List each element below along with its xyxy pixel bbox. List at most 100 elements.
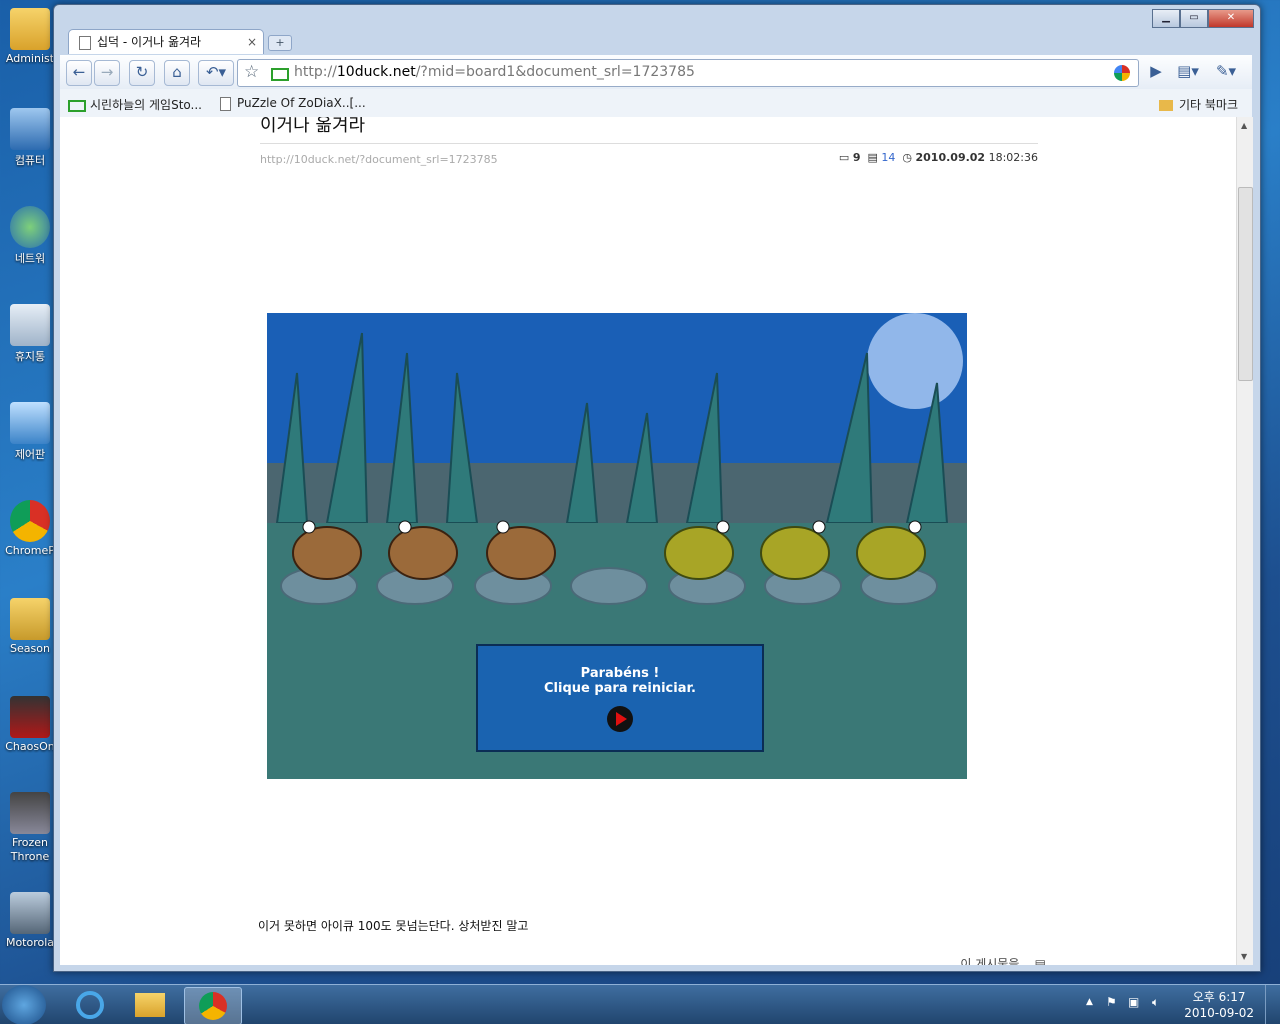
desktop-icon-label: 제어판 [14,448,46,461]
new-tab-button[interactable]: + [268,35,292,51]
network-icon[interactable]: ▣ [1128,995,1139,1009]
desktop-icon-control-panel[interactable]: 제어판 [0,402,60,462]
green-frog[interactable] [664,526,734,580]
desktop-icon-frozen-throne[interactable]: Frozen Throne [0,792,60,864]
network-icon [10,206,50,248]
play-button[interactable] [607,706,633,732]
bookmark-item[interactable]: PuZzle Of ZoDiaX..[... [220,96,366,111]
folder-icon [10,598,50,640]
bookmarks-bar: 시린하늘의 게임Sto... PuZzle Of ZoDiaX..[... 기타… [60,89,1252,118]
extension-icon[interactable] [1114,65,1130,81]
maximize-button[interactable]: ▭ [1180,9,1208,28]
congrats-text: Parabéns ! [580,666,660,681]
close-button[interactable]: ✕ [1208,9,1254,28]
green-frog[interactable] [760,526,830,580]
desktop-icon-label: 컴퓨터 [14,154,46,167]
taskbar: ▲ ⚑ ▣ 🔈︎ 오후 6:17 2010-09-02 [0,984,1280,1024]
star-icon[interactable]: ☆ [244,62,259,82]
brown-frog[interactable] [292,526,362,580]
post-footer-action[interactable]: 이 게시물을... ▤ [960,955,1046,965]
scrollbar-thumb[interactable] [1238,187,1253,381]
trackback-count[interactable]: 14 [881,151,895,164]
vertical-scrollbar[interactable]: ▲ ▼ [1236,117,1253,965]
document-icon: ▤ [1030,957,1046,965]
start-button[interactable] [2,985,46,1024]
restart-text: Clique para reiniciar. [544,681,696,696]
play-icon [616,712,627,726]
clock-icon: ◷ [902,151,912,164]
scroll-up-icon[interactable]: ▲ [1241,121,1247,130]
page-content: 이거나 옮겨라 http://10duck.net/?document_srl=… [60,117,1236,965]
clock[interactable]: 오후 6:17 2010-09-02 [1184,989,1254,1021]
page-icon [271,68,289,81]
control-panel-icon [10,402,50,444]
desktop-icon-motorola[interactable]: Motorola [0,892,60,949]
moon [867,313,963,409]
toolbar: ← → ↻ ⌂ ↶▾ ☆ http://10duck.net/?mid=boar… [60,55,1252,89]
system-tray: ▲ ⚑ ▣ 🔈︎ 오후 6:17 2010-09-02 [1080,985,1280,1024]
post-link[interactable]: http://10duck.net/?document_srl=1723785 [260,153,498,166]
other-bookmarks[interactable]: 기타 북마크 [1158,96,1238,113]
comment-icon: ▭ [838,151,850,164]
restart-message-box[interactable]: Parabéns ! Clique para reiniciar. [476,644,764,752]
desktop-icon-recycle[interactable]: 휴지통 [0,304,60,364]
tab-active[interactable]: 십덕 - 이거나 옮겨라 × [68,29,264,54]
desktop-icon-season[interactable]: Season [0,598,60,655]
scroll-down-icon[interactable]: ▼ [1241,952,1247,961]
taskbar-ie[interactable] [62,987,118,1023]
post-date: 2010.09.02 [915,151,986,164]
brown-frog[interactable] [388,526,458,580]
desktop-icon-label: Administ [5,52,55,65]
desktop-icon-label: Motorola [5,936,55,949]
desktop-icon-label: Frozen Throne [10,836,50,863]
chrome-icon [10,500,50,542]
bookmark-item[interactable]: 시린하늘의 게임Sto... [68,96,202,113]
taskbar-explorer[interactable] [122,987,178,1023]
minimize-button[interactable]: ▁ [1152,9,1180,28]
computer-icon [10,108,50,150]
post-body: 이거 못하면 아이큐 100도 못넘는단다. 상처받진 말고 [258,919,529,933]
page-menu-icon[interactable]: ▤▾ [1172,60,1204,84]
browser-window: ▁ ▭ ✕ 십덕 - 이거나 옮겨라 × + ← → ↻ ⌂ ↶▾ ☆ http… [53,4,1261,972]
desktop-icon-chaosonline[interactable]: ChaosOn [0,696,60,753]
go-icon[interactable]: ▶ [1144,60,1168,84]
url-text: http://10duck.net/?mid=board1&document_s… [294,64,695,80]
clock-time: 오후 6:17 [1192,990,1246,1004]
taskbar-chrome[interactable] [184,987,242,1024]
wrench-icon[interactable]: ✎▾ [1210,60,1242,84]
desktop-icon-admin[interactable]: Administ [0,8,60,65]
folder-icon [135,993,165,1017]
close-tab-icon[interactable]: × [247,30,257,54]
recycle-bin-icon [10,304,50,346]
desktop-icon-network[interactable]: 네트워 [0,206,60,266]
desktop-icon-computer[interactable]: 컴퓨터 [0,108,60,168]
green-frog[interactable] [856,526,926,580]
desktop-icon-label: ChaosOn [5,740,55,753]
flag-icon[interactable]: ⚑ [1106,995,1117,1009]
chrome-icon [199,992,227,1020]
motorola-icon [10,892,50,934]
game-frame[interactable]: Parabéns ! Clique para reiniciar. [267,313,967,779]
home-button[interactable]: ⌂ [164,60,190,86]
show-hidden-icon[interactable]: ▲ [1086,997,1093,1007]
tab-title: 십덕 - 이거나 옮겨라 [97,35,202,49]
address-bar[interactable]: ☆ http://10duck.net/?mid=board1&document… [237,59,1139,87]
show-desktop-button[interactable] [1265,985,1280,1024]
desktop-icon-chrome[interactable]: ChromeP [0,500,60,557]
page-icon [220,96,231,111]
window-controls: ▁ ▭ ✕ [1152,9,1254,28]
frozen-throne-icon [10,792,50,834]
folder-icon [10,8,50,50]
brown-frog[interactable] [486,526,556,580]
post-title: 이거나 옮겨라 [260,117,366,136]
undo-button[interactable]: ↶▾ [198,60,234,86]
desktop-icon-label: Season [10,642,50,655]
back-button[interactable]: ← [66,60,92,86]
reload-button[interactable]: ↻ [129,60,155,86]
forward-button[interactable]: → [94,60,120,86]
trackback-icon: ▤ [867,151,878,164]
title-divider [260,143,1038,144]
bookmark-icon [68,99,86,112]
clock-date: 2010-09-02 [1184,1006,1254,1020]
volume-icon[interactable]: 🔈︎ [1152,995,1159,1010]
